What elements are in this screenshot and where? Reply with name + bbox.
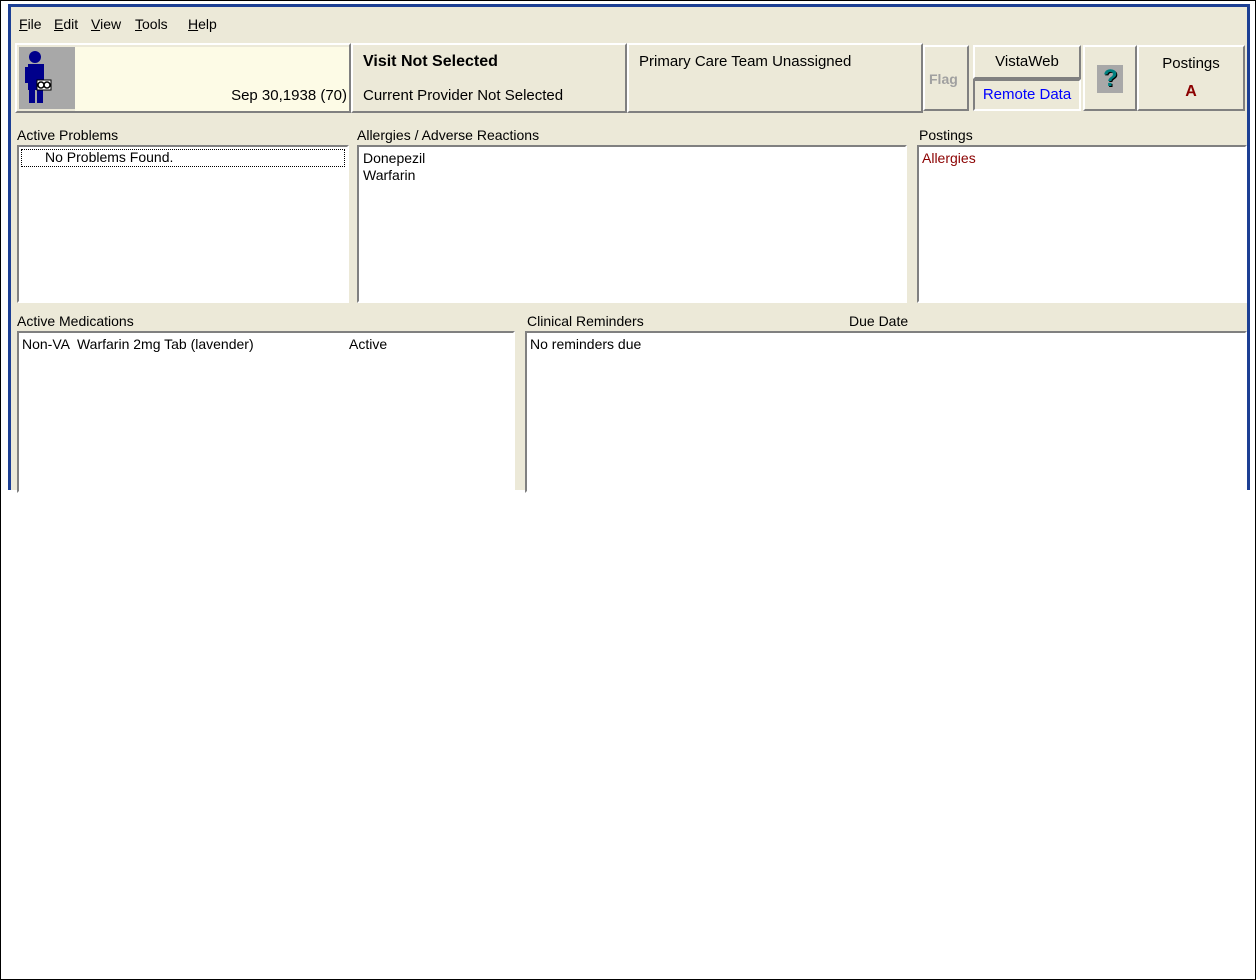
remote-data-label: Remote Data: [982, 86, 1072, 103]
medication-status: Active: [349, 336, 388, 352]
menu-view-accel: V: [91, 16, 101, 32]
clinical-reminders-title: Clinical Reminders: [527, 313, 644, 329]
clinical-reminders-list[interactable]: No reminders due: [525, 331, 1247, 493]
menu-bar: File Edit View Tools Help: [11, 7, 1247, 41]
allergy-item[interactable]: Donepezil: [363, 150, 425, 166]
menu-file[interactable]: File: [19, 16, 42, 32]
flag-button[interactable]: Flag: [923, 45, 969, 111]
active-medications-title: Active Medications: [17, 313, 134, 329]
menu-tools-label: ools: [142, 16, 168, 32]
vistaweb-group: VistaWeb Remote Data: [971, 45, 1083, 111]
active-problems-list[interactable]: No Problems Found.: [17, 145, 349, 303]
flag-label: Flag: [929, 71, 958, 87]
help-icon: ?: [1097, 65, 1123, 93]
posting-item[interactable]: Allergies: [922, 150, 976, 166]
postings-code: A: [1185, 83, 1197, 100]
visit-title: Visit Not Selected: [363, 53, 498, 70]
menu-edit-accel: E: [54, 16, 64, 32]
vistaweb-label: VistaWeb: [995, 53, 1059, 70]
remote-data-button[interactable]: Remote Data: [973, 79, 1081, 111]
current-provider: Current Provider Not Selected: [363, 87, 564, 104]
menu-view-label: iew: [100, 16, 122, 32]
visit-button[interactable]: Visit Not Selected Current Provider Not …: [351, 43, 627, 113]
allergies-list[interactable]: Donepezil Warfarin: [357, 145, 907, 303]
due-date-title: Due Date: [849, 313, 909, 329]
menu-file-label: ile: [27, 16, 42, 32]
patient-dob: Sep 30,1938 (70): [231, 87, 347, 104]
patient-button[interactable]: Sep 30,1938 (70): [15, 43, 351, 113]
menu-file-accel: F: [19, 16, 28, 32]
medication-name[interactable]: Non-VA Warfarin 2mg Tab (lavender): [22, 336, 254, 352]
patient-icon: [19, 47, 75, 109]
problem-item[interactable]: No Problems Found.: [45, 149, 173, 165]
menu-help[interactable]: Help: [188, 16, 217, 32]
postings-button-label: Postings: [1162, 55, 1220, 72]
cprs-window: File Edit View Tools Help Sep 30,1938 (7…: [8, 4, 1250, 493]
reminder-item[interactable]: No reminders due: [530, 336, 641, 352]
menu-help-label: elp: [198, 16, 217, 32]
postings-button[interactable]: Postings A: [1137, 45, 1245, 111]
menu-tools-accel: T: [135, 16, 142, 32]
vistaweb-button[interactable]: VistaWeb: [973, 45, 1081, 79]
help-glyph: ?: [1103, 65, 1118, 92]
postings-list[interactable]: Allergies: [917, 145, 1247, 303]
menu-edit[interactable]: Edit: [54, 16, 78, 32]
menu-help-accel: H: [188, 16, 199, 32]
active-medications-list[interactable]: Non-VA Warfarin 2mg Tab (lavender) Activ…: [17, 331, 515, 493]
care-team-button[interactable]: Primary Care Team Unassigned: [627, 43, 923, 113]
active-problems-title: Active Problems: [17, 127, 119, 143]
allergy-item[interactable]: Warfarin: [363, 167, 415, 183]
menu-view[interactable]: View: [91, 16, 121, 32]
allergies-title: Allergies / Adverse Reactions: [357, 127, 540, 143]
menu-edit-label: dit: [63, 16, 79, 32]
care-team-text: Primary Care Team Unassigned: [639, 53, 852, 70]
outer-border-left: [0, 0, 1, 980]
outer-border-top: [0, 0, 1256, 1]
menu-tools[interactable]: Tools: [135, 16, 168, 32]
help-button[interactable]: ?: [1083, 45, 1137, 111]
postings-title: Postings: [919, 127, 973, 143]
